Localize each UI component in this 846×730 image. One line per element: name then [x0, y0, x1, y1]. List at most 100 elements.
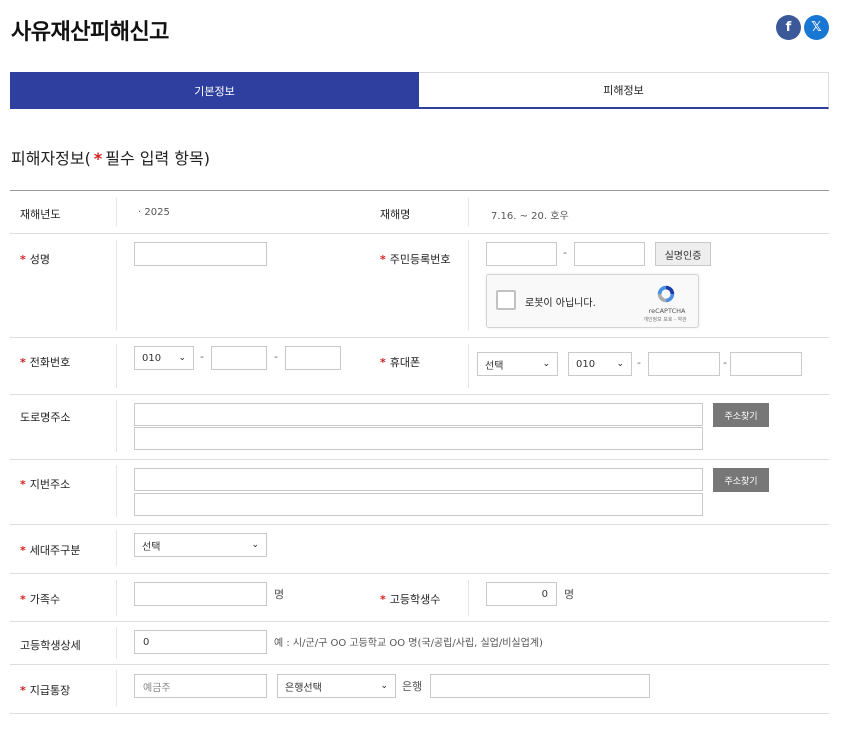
account-number-input[interactable]	[430, 674, 650, 698]
required-mark: *	[20, 684, 26, 697]
chevron-down-icon: ⌄	[542, 359, 550, 369]
road-address-input-1[interactable]	[134, 403, 703, 426]
column-divider	[468, 580, 469, 616]
account-holder-input[interactable]: 예금주	[134, 674, 267, 698]
row-divider	[10, 394, 829, 395]
required-mark: *	[380, 356, 386, 369]
rrn-back-input[interactable]	[574, 242, 645, 266]
hs-students-unit: 명	[564, 588, 575, 601]
column-divider	[116, 240, 117, 330]
mobile-prefix-select[interactable]: 010 ⌄	[568, 352, 632, 376]
hs-students-input[interactable]: 0	[486, 582, 557, 606]
row-divider	[10, 621, 829, 622]
family-count-input[interactable]	[134, 582, 267, 606]
recaptcha-terms-link[interactable]: 개인정보 보호 - 약관	[633, 316, 697, 323]
mobile-middle-input[interactable]	[648, 352, 720, 376]
rrn-label: * 주민등록번호	[380, 251, 451, 267]
row-divider	[10, 664, 829, 665]
find-road-address-button[interactable]: 주소찾기	[713, 403, 769, 427]
rrn-front-input[interactable]	[486, 242, 557, 266]
row-divider	[10, 524, 829, 525]
bank-select[interactable]: 은행선택 ⌄	[277, 674, 396, 698]
phone-last-input[interactable]	[285, 346, 341, 370]
name-input[interactable]	[134, 242, 267, 266]
road-address-input-2[interactable]	[134, 427, 703, 450]
required-mark: *	[20, 478, 26, 491]
mobile-last-input[interactable]	[730, 352, 802, 376]
required-mark: *	[20, 356, 26, 369]
phone-label: * 전화번호	[20, 354, 70, 370]
recaptcha-checkbox[interactable]	[496, 290, 516, 310]
disaster-name-label: 재해명	[380, 208, 411, 221]
bank-account-label: * 지급통장	[20, 682, 70, 698]
hs-students-label: * 고등학생수	[380, 591, 440, 607]
hs-detail-input[interactable]: 0	[134, 630, 267, 654]
family-label-text: 가족수	[29, 593, 61, 606]
tab-damage-info[interactable]: 피해정보	[419, 72, 829, 109]
row-divider	[10, 337, 829, 338]
column-divider	[116, 465, 117, 517]
mobile-label-text: 휴대폰	[389, 356, 421, 369]
column-divider	[116, 580, 117, 616]
column-divider	[116, 344, 117, 388]
bank-unit: 은행	[402, 680, 423, 693]
year-value: · 2025	[138, 207, 170, 218]
year-label: 재해년도	[20, 208, 61, 221]
recaptcha-brand: reCAPTCHA	[648, 307, 686, 315]
page-title: 사유재산피해신고	[11, 20, 169, 45]
required-mark: *	[93, 149, 103, 168]
x-share-icon[interactable]: 𝕏	[804, 15, 829, 40]
find-lot-address-button[interactable]: 주소찾기	[713, 468, 769, 492]
row-divider	[10, 459, 829, 460]
required-mark: *	[20, 593, 26, 606]
hs-detail-label: 고등학생상세	[20, 639, 81, 652]
name-label-text: 성명	[29, 253, 51, 266]
column-divider	[468, 240, 469, 330]
family-label: * 가족수	[20, 591, 60, 607]
household-value: 선택	[142, 541, 161, 553]
mobile-label: * 휴대폰	[380, 354, 420, 370]
disaster-name-value: 7.16. ~ 20. 호우	[491, 211, 569, 222]
bank-select-value: 은행선택	[285, 682, 322, 694]
section-title-suffix: 필수 입력 항목)	[105, 149, 210, 168]
verify-name-button[interactable]: 실명인증	[655, 242, 711, 266]
recaptcha-label: 로봇이 아닙니다.	[525, 298, 596, 309]
road-address-label: 도로명주소	[20, 411, 71, 424]
household-label: * 세대주구분	[20, 542, 80, 558]
hs-detail-hint: 예 : 시/군/구 OO 고등학교 OO 명(국/공립/사립, 실업/비실업계)	[274, 638, 543, 649]
column-divider	[116, 530, 117, 566]
phone-middle-input[interactable]	[211, 346, 267, 370]
phone-dash: -	[200, 350, 204, 363]
tab-basic-info[interactable]: 기본정보	[10, 72, 419, 109]
chevron-down-icon: ⌄	[616, 359, 624, 369]
phone-dash: -	[274, 350, 278, 363]
facebook-share-icon[interactable]: f	[776, 15, 801, 40]
column-divider	[116, 670, 117, 706]
bank-account-label-text: 지급통장	[29, 684, 71, 697]
recaptcha-logo-icon	[657, 285, 675, 303]
mobile-carrier-select[interactable]: 선택 ⌄	[477, 352, 558, 376]
chevron-down-icon: ⌄	[178, 353, 186, 363]
lot-address-input-2[interactable]	[134, 493, 703, 516]
household-select[interactable]: 선택 ⌄	[134, 533, 267, 557]
required-mark: *	[380, 253, 386, 266]
table-bottom-border	[10, 713, 829, 714]
column-divider	[468, 344, 469, 388]
required-mark: *	[20, 544, 26, 557]
mobile-carrier-value: 선택	[485, 360, 504, 372]
lot-address-label: * 지번주소	[20, 476, 70, 492]
lot-address-input-1[interactable]	[134, 468, 703, 491]
section-title-prefix: 피해자정보(	[11, 149, 91, 168]
rrn-dash: -	[563, 246, 567, 259]
required-mark: *	[20, 253, 26, 266]
phone-prefix-select[interactable]: 010 ⌄	[134, 346, 194, 370]
hs-students-label-text: 고등학생수	[389, 593, 441, 606]
phone-label-text: 전화번호	[29, 356, 71, 369]
chevron-down-icon: ⌄	[251, 540, 259, 550]
chevron-down-icon: ⌄	[380, 681, 388, 691]
row-divider	[10, 233, 829, 234]
row-divider	[10, 573, 829, 574]
rrn-label-text: 주민등록번호	[389, 253, 451, 266]
recaptcha-widget: 로봇이 아닙니다. reCAPTCHA 개인정보 보호 - 약관	[486, 274, 699, 328]
required-mark: *	[380, 593, 386, 606]
